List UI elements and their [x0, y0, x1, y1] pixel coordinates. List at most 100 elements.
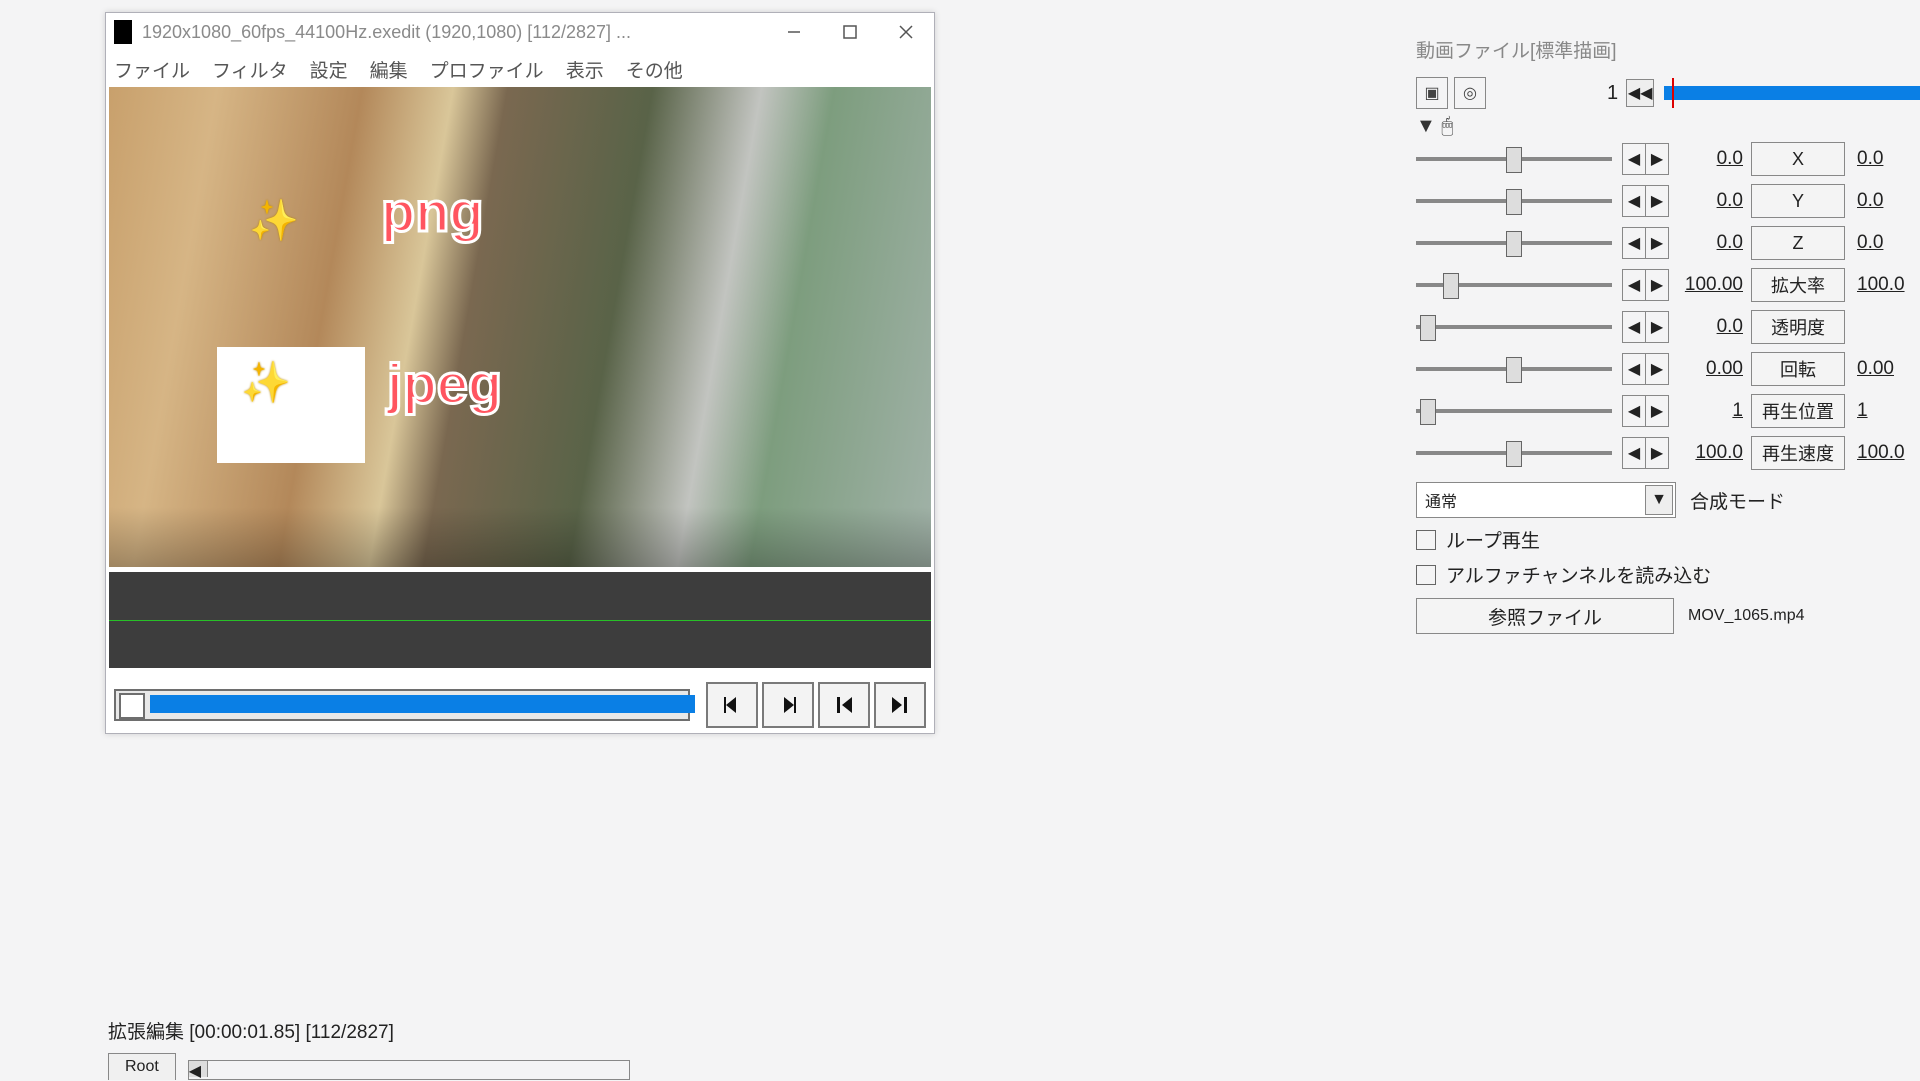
maximize-button[interactable] — [822, 13, 878, 51]
param-value[interactable]: 100.0 — [1677, 442, 1743, 464]
param-spinner[interactable]: ◀▶ — [1622, 395, 1669, 427]
slider-knob[interactable] — [1506, 189, 1522, 215]
param-spinner[interactable]: ◀▶ — [1622, 311, 1669, 343]
spin-left-icon[interactable]: ◀ — [1623, 312, 1646, 342]
preview-area[interactable]: ✨ ✨ png jpeg — [109, 87, 931, 567]
slider-knob[interactable] — [1506, 147, 1522, 173]
target-icon[interactable]: ◎ — [1454, 77, 1486, 109]
param-value[interactable]: 0.0 — [1677, 148, 1743, 170]
spin-left-icon[interactable]: ◀ — [1623, 270, 1646, 300]
param-slider[interactable] — [1416, 325, 1612, 329]
param-value[interactable]: 0.0 — [1677, 232, 1743, 254]
seek-handle[interactable] — [119, 693, 145, 719]
param-name-button[interactable]: 拡大率 — [1751, 268, 1845, 302]
param-name-button[interactable]: 回転 — [1751, 352, 1845, 386]
param-value[interactable]: 0.0 — [1677, 316, 1743, 338]
step-forward-button[interactable] — [762, 682, 814, 728]
param-value-right[interactable]: 100.0 — [1857, 442, 1905, 464]
spin-right-icon[interactable]: ▶ — [1646, 354, 1668, 384]
param-slider[interactable] — [1416, 157, 1612, 161]
spin-right-icon[interactable]: ▶ — [1646, 144, 1668, 174]
param-spinner[interactable]: ◀▶ — [1622, 437, 1669, 469]
menu-view[interactable]: 表示 — [566, 56, 604, 83]
param-spinner[interactable]: ◀▶ — [1622, 143, 1669, 175]
frame-range-bar[interactable] — [1664, 86, 1920, 100]
menu-file[interactable]: ファイル — [114, 56, 190, 83]
spin-right-icon[interactable]: ▶ — [1646, 186, 1668, 216]
param-slider[interactable] — [1416, 199, 1612, 203]
camera-icon[interactable]: ▣ — [1416, 77, 1448, 109]
param-name-button[interactable]: 再生位置 — [1751, 394, 1845, 428]
spin-right-icon[interactable]: ▶ — [1646, 438, 1668, 468]
seek-track[interactable] — [114, 689, 690, 721]
param-row-拡大率: ◀▶ 100.00 拡大率 100.0 — [1416, 264, 1920, 306]
spin-left-icon[interactable]: ◀ — [1623, 396, 1646, 426]
scroll-left-button[interactable]: ◀ — [189, 1061, 208, 1077]
app-icon — [114, 20, 132, 44]
audio-waveform-area — [109, 572, 931, 668]
menu-profile[interactable]: プロファイル — [430, 56, 544, 83]
window-title: 1920x1080_60fps_44100Hz.exedit (1920,108… — [142, 22, 766, 43]
frame-cursor[interactable] — [1672, 78, 1674, 108]
param-row-回転: ◀▶ 0.00 回転 0.00 — [1416, 348, 1920, 390]
param-value-right[interactable]: 1 — [1857, 400, 1868, 422]
timeline-scrollbar[interactable]: ◀ — [188, 1060, 630, 1080]
param-spinner[interactable]: ◀▶ — [1622, 185, 1669, 217]
param-spinner[interactable]: ◀▶ — [1622, 353, 1669, 385]
slider-knob[interactable] — [1506, 357, 1522, 383]
menu-filter[interactable]: フィルタ — [212, 56, 288, 83]
spin-right-icon[interactable]: ▶ — [1646, 270, 1668, 300]
param-value-right[interactable]: 0.0 — [1857, 190, 1883, 212]
spin-left-icon[interactable]: ◀ — [1623, 228, 1646, 258]
param-name-button[interactable]: 透明度 — [1751, 310, 1845, 344]
go-start-button[interactable] — [818, 682, 870, 728]
blend-mode-select[interactable]: 通常 ▼ — [1416, 482, 1676, 518]
loop-check[interactable]: ループ再生 — [1416, 526, 1920, 553]
menu-edit[interactable]: 編集 — [370, 56, 408, 83]
spin-left-icon[interactable]: ◀ — [1623, 354, 1646, 384]
minimize-button[interactable] — [766, 13, 822, 51]
param-value[interactable]: 0.00 — [1677, 358, 1743, 380]
param-name-button[interactable]: 再生速度 — [1751, 436, 1845, 470]
param-value-right[interactable]: 0.0 — [1857, 232, 1883, 254]
spin-right-icon[interactable]: ▶ — [1646, 312, 1668, 342]
param-name-button[interactable]: Y — [1751, 184, 1845, 218]
param-spinner[interactable]: ◀▶ — [1622, 269, 1669, 301]
menu-other[interactable]: その他 — [626, 56, 683, 83]
spin-left-icon[interactable]: ◀ — [1623, 186, 1646, 216]
param-value-right[interactable]: 0.0 — [1857, 148, 1883, 170]
param-name-button[interactable]: Z — [1751, 226, 1845, 260]
slider-knob[interactable] — [1420, 315, 1436, 341]
param-slider[interactable] — [1416, 409, 1612, 413]
param-value[interactable]: 0.0 — [1677, 190, 1743, 212]
param-value-right[interactable]: 100.0 — [1857, 274, 1905, 296]
reference-file-button[interactable]: 参照ファイル — [1416, 598, 1674, 634]
go-end-button[interactable] — [874, 682, 926, 728]
close-button[interactable] — [878, 13, 934, 51]
param-slider[interactable] — [1416, 241, 1612, 245]
spin-left-icon[interactable]: ◀ — [1623, 144, 1646, 174]
slider-knob[interactable] — [1506, 231, 1522, 257]
menu-settings[interactable]: 設定 — [310, 56, 348, 83]
spin-right-icon[interactable]: ▶ — [1646, 228, 1668, 258]
alpha-check[interactable]: アルファチャンネルを読み込む — [1416, 561, 1920, 588]
step-back-button[interactable] — [706, 682, 758, 728]
param-value[interactable]: 100.00 — [1677, 274, 1743, 296]
prev-keyframe-button[interactable]: ◀◀ — [1626, 79, 1654, 107]
slider-knob[interactable] — [1506, 441, 1522, 467]
param-spinner[interactable]: ◀▶ — [1622, 227, 1669, 259]
param-value[interactable]: 1 — [1677, 400, 1743, 422]
slider-knob[interactable] — [1443, 273, 1459, 299]
slider-knob[interactable] — [1420, 399, 1436, 425]
root-tab[interactable]: Root — [108, 1053, 176, 1080]
param-name-button[interactable]: X — [1751, 142, 1845, 176]
param-slider[interactable] — [1416, 367, 1612, 371]
mouse-marker[interactable]: ▼ 🖱 — [1416, 115, 1920, 138]
chevron-down-icon[interactable]: ▼ — [1645, 485, 1673, 515]
frame-number: 1 — [1607, 82, 1618, 105]
param-value-right[interactable]: 0.00 — [1857, 358, 1894, 380]
spin-left-icon[interactable]: ◀ — [1623, 438, 1646, 468]
param-slider[interactable] — [1416, 451, 1612, 455]
spin-right-icon[interactable]: ▶ — [1646, 396, 1668, 426]
param-slider[interactable] — [1416, 283, 1612, 287]
